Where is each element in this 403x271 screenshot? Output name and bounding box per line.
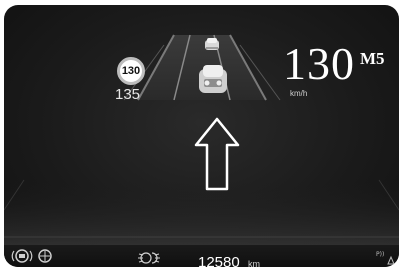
detected-speed: 135: [115, 86, 141, 103]
svg-text:P)): P)): [376, 251, 384, 258]
speed-unit: km/h: [290, 89, 308, 98]
direction-arrow-icon: [194, 117, 240, 191]
park-assist-icon: [38, 249, 52, 263]
lead-car-icon: [205, 38, 219, 50]
instrument-cluster-frame: 130 135 130 km/h M5 12580 km P)): [0, 0, 403, 271]
cluster-display: 130 135 130 km/h M5 12580 km P)): [4, 5, 399, 267]
gear-indicator: M5: [360, 49, 385, 68]
speed-limit-sign: 130: [117, 57, 145, 85]
odometer-unit: km: [248, 259, 260, 267]
current-speed: 130: [283, 38, 355, 89]
light-indicator-icon: [138, 252, 160, 264]
park-distance-icon: P)): [376, 251, 395, 265]
own-car-icon: [199, 65, 227, 93]
parking-brake-icon: [11, 249, 33, 263]
odometer-value: 12580: [198, 254, 240, 267]
